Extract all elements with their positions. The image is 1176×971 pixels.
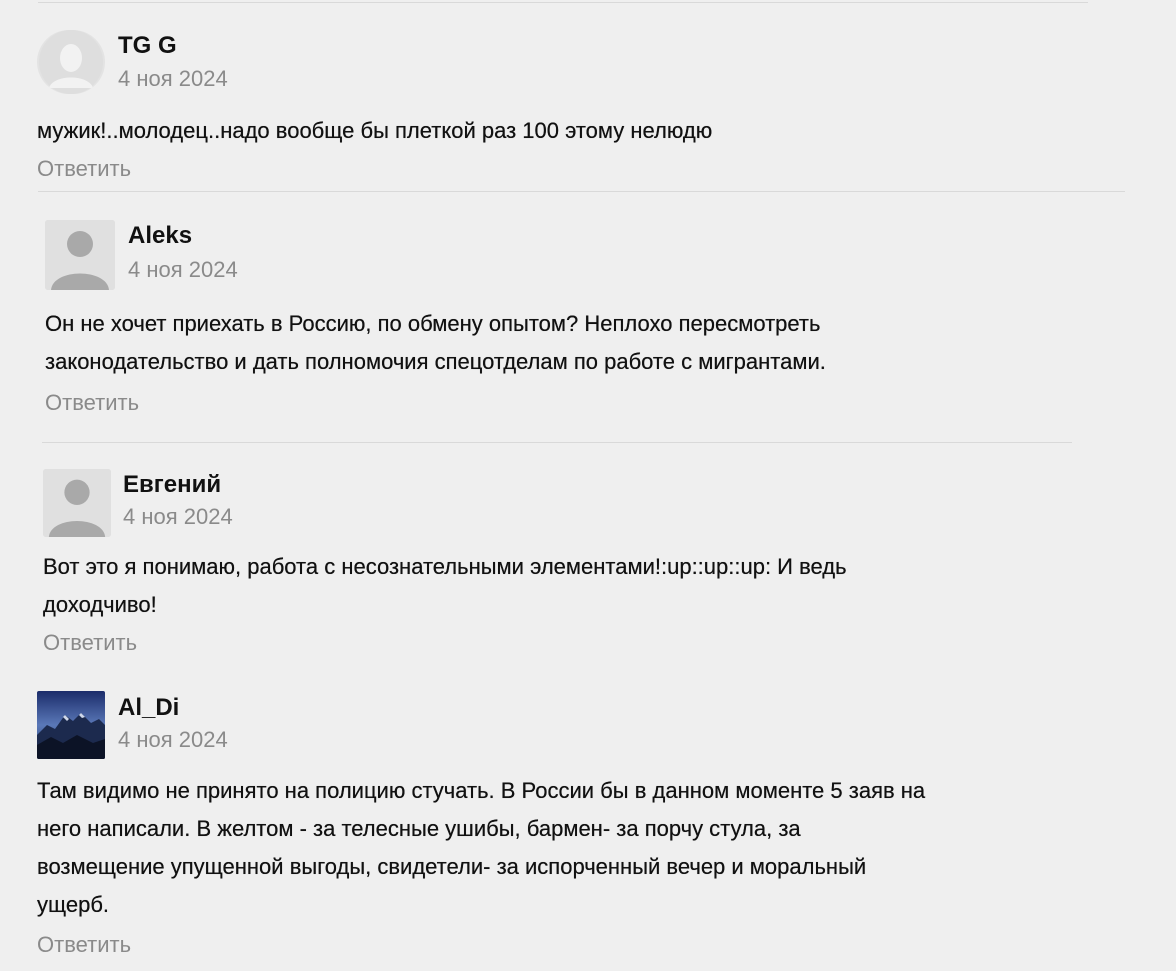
reply-button[interactable]: Ответить	[43, 630, 137, 656]
comment-date: 4 ноя 2024	[123, 504, 233, 529]
comment-text-line: него написали. В желтом - за телесные уш…	[37, 816, 801, 841]
comment-text-line: законодательство и дать полномочия спецо…	[45, 349, 826, 374]
user-placeholder-icon	[43, 469, 111, 537]
comment-text: Там видимо не принято на полицию стучать…	[37, 772, 925, 924]
comment-text-line: возмещение упущенной выгоды, свидетели- …	[37, 854, 867, 879]
comment-divider	[38, 2, 1088, 3]
comment-date: 4 ноя 2024	[128, 257, 238, 282]
user-placeholder-icon	[45, 220, 115, 290]
comment-author[interactable]: TG G	[118, 32, 177, 60]
comment-text-line: Он не хочет приехать в Россию, по обмену…	[45, 311, 821, 336]
comment-text: Вот это я понимаю, работа с несознательн…	[43, 548, 847, 624]
comment-text: мужик!..молодец..надо вообще бы плеткой …	[37, 112, 712, 150]
comment-date: 4 ноя 2024	[118, 66, 228, 91]
comment-author[interactable]: Al_Di	[118, 694, 179, 722]
reply-button[interactable]: Ответить	[37, 156, 131, 182]
comment-text-line: Там видимо не принято на полицию стучать…	[37, 778, 926, 803]
reply-button[interactable]: Ответить	[45, 390, 139, 416]
comment-text-line: Вот это я понимаю, работа с несознательн…	[43, 554, 847, 579]
comment-divider	[38, 191, 1125, 192]
comment-divider	[42, 442, 1072, 443]
comment-date: 4 ноя 2024	[118, 727, 228, 752]
comment-text-line: ущерб.	[37, 892, 110, 917]
avatar[interactable]	[37, 691, 105, 759]
reply-button[interactable]: Ответить	[37, 932, 131, 958]
mountain-photo	[37, 691, 105, 759]
avatar[interactable]	[43, 469, 111, 537]
comment-author[interactable]: Евгений	[123, 471, 221, 499]
comment-text-line: мужик!..молодец..надо вообще бы плеткой …	[37, 118, 713, 143]
comment-text: Он не хочет приехать в Россию, по обмену…	[45, 305, 826, 381]
comment-text-line: доходчиво!	[43, 592, 157, 617]
avatar[interactable]	[37, 30, 105, 94]
user-placeholder-icon	[39, 30, 103, 94]
avatar[interactable]	[45, 220, 115, 290]
comment-author[interactable]: Aleks	[128, 222, 192, 250]
